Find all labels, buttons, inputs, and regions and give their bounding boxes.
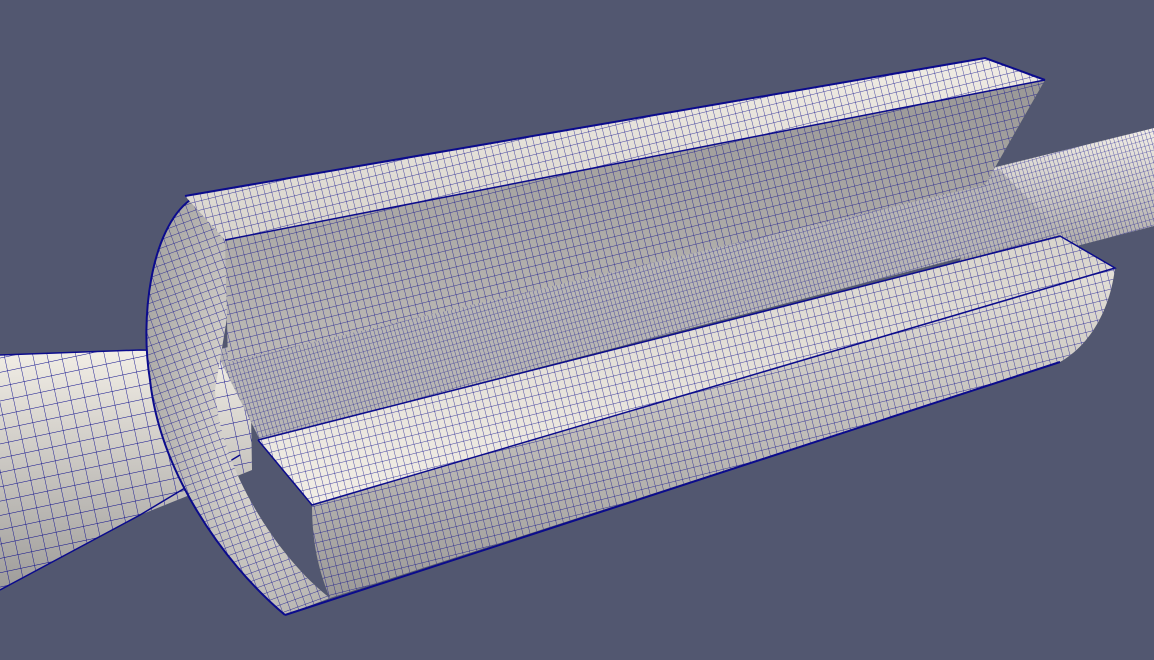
mesh-render[interactable] [0,0,1154,660]
render-viewport[interactable] [0,0,1154,660]
